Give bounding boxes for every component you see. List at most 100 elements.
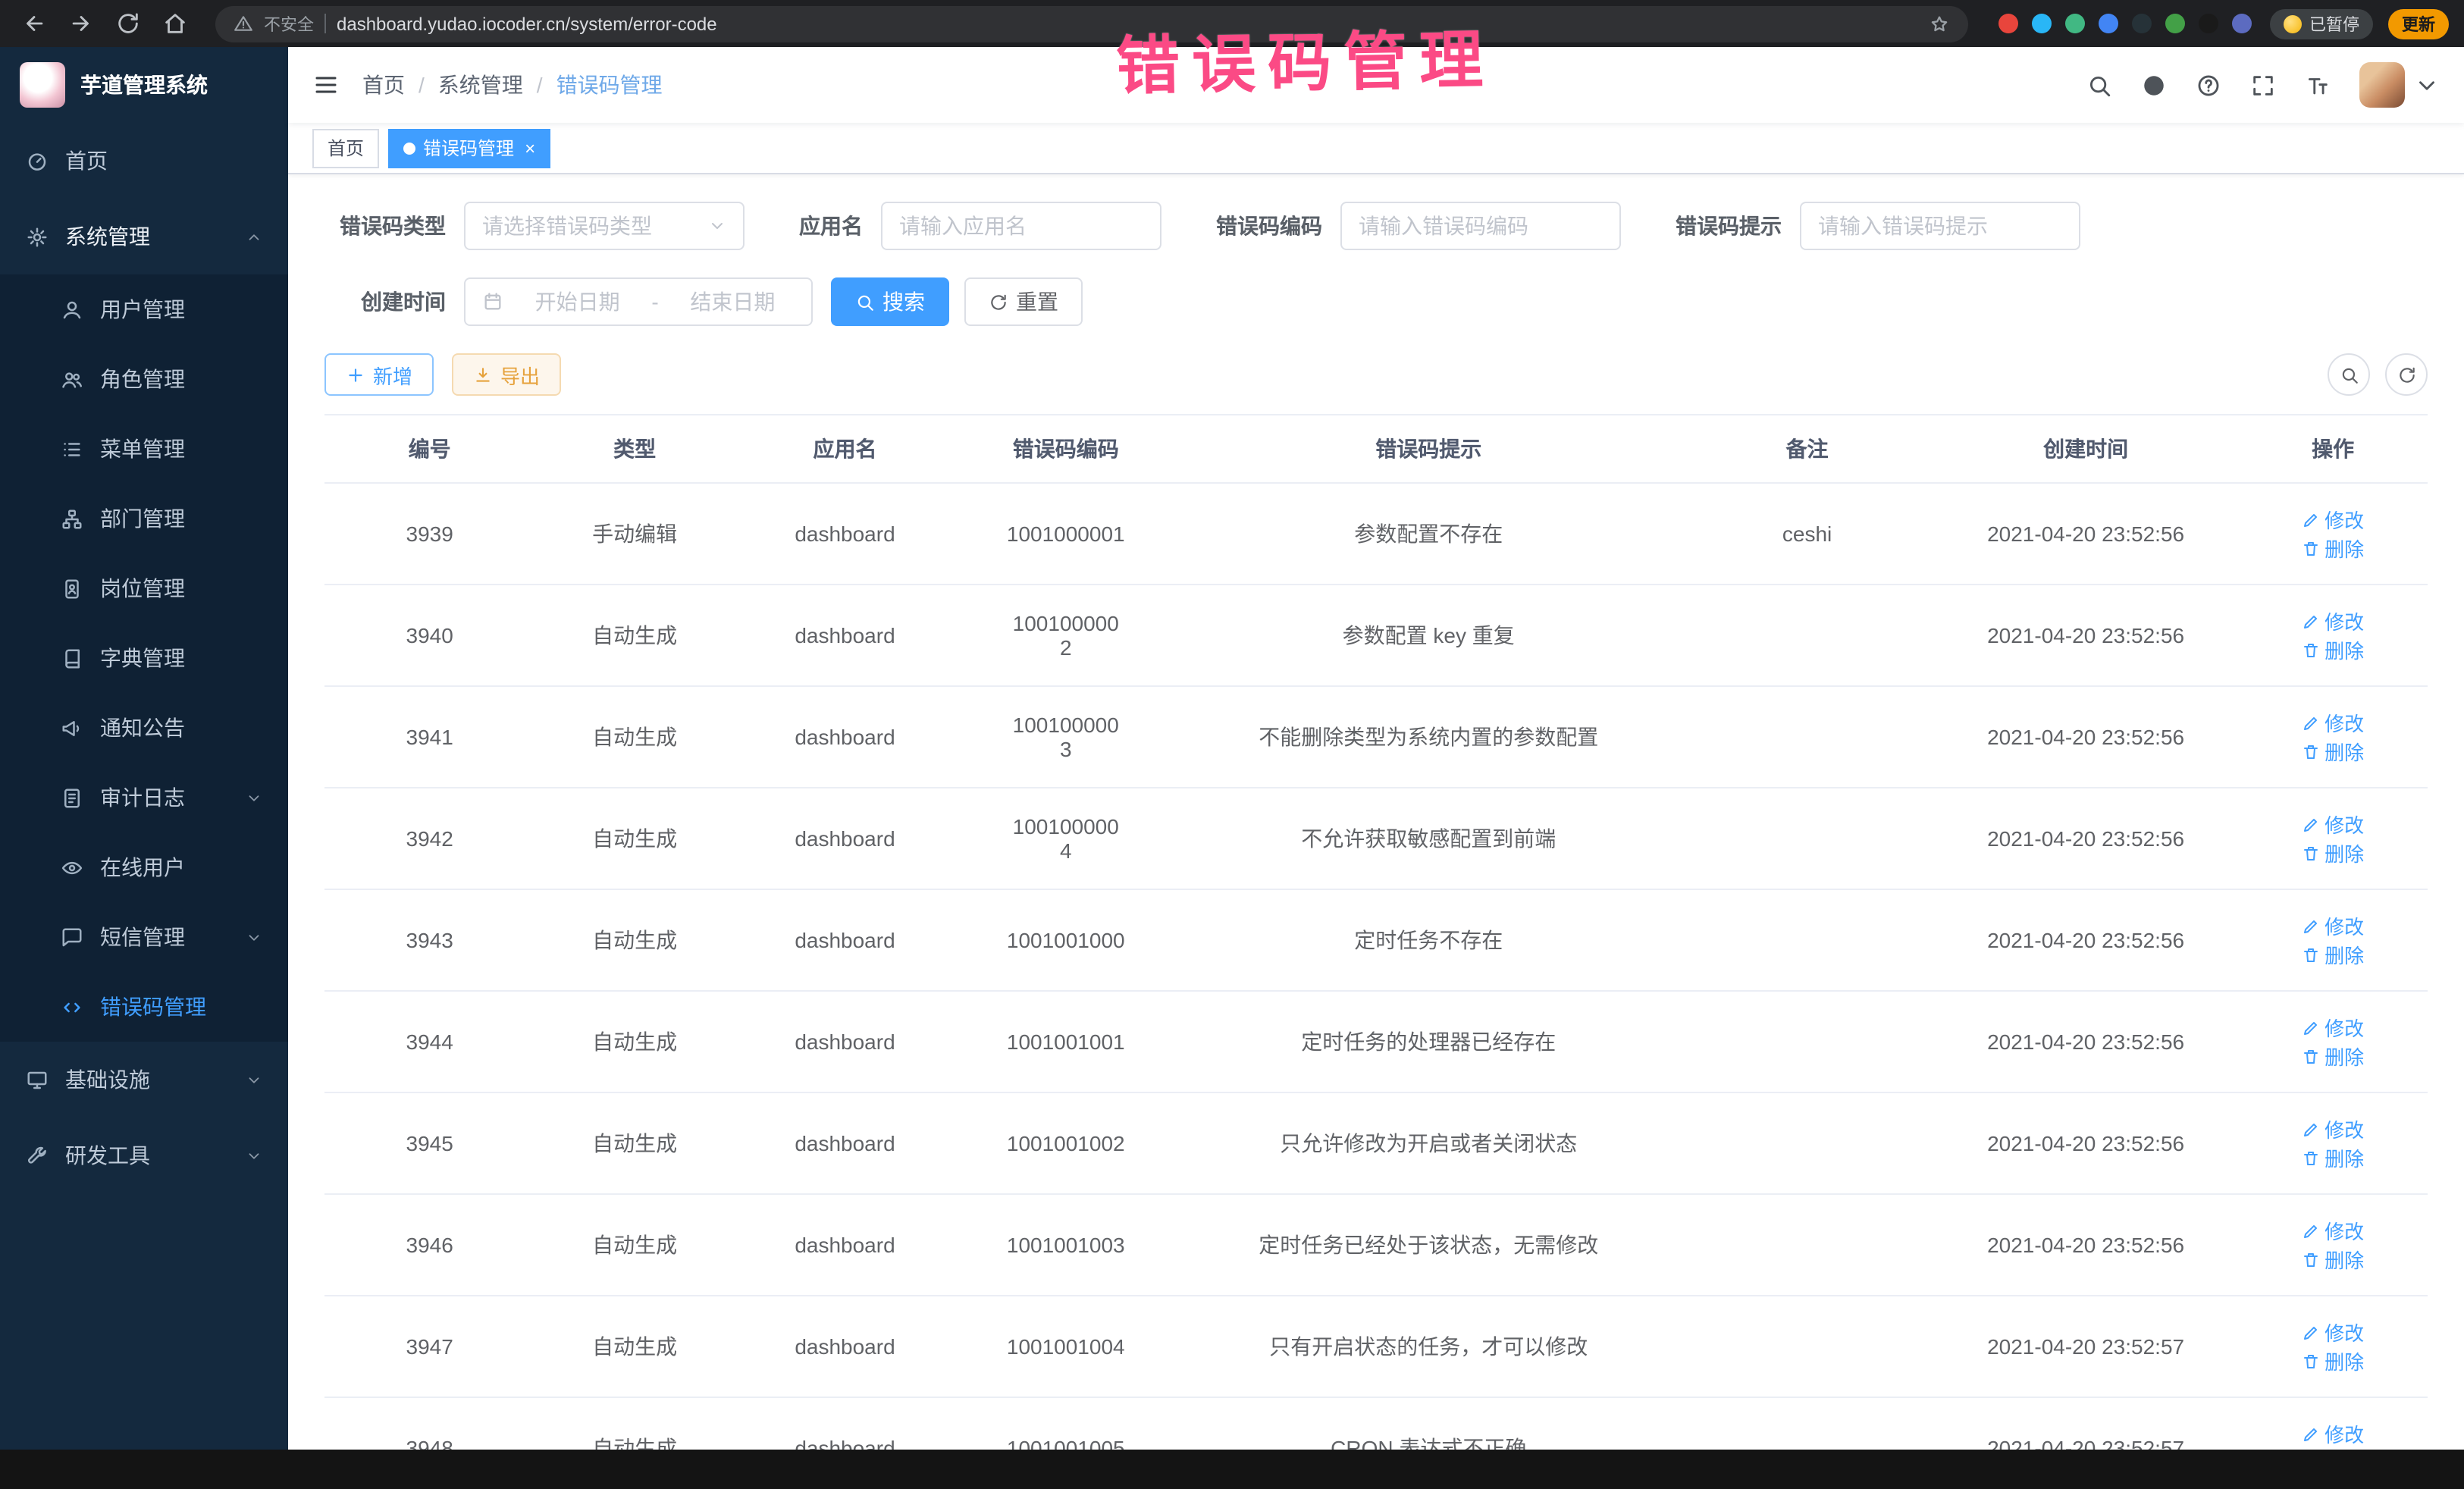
chevron-down-icon bbox=[246, 1147, 262, 1164]
sidebar-item[interactable]: 角色管理 bbox=[0, 344, 288, 414]
forward-icon[interactable] bbox=[68, 11, 94, 36]
export-button[interactable]: 导出 bbox=[452, 353, 561, 396]
placeholder-text: 请输入应用名 bbox=[899, 211, 1143, 241]
search-button[interactable]: 搜索 bbox=[831, 277, 949, 326]
back-icon[interactable] bbox=[21, 11, 47, 36]
cell-hint: 参数配置不存在 bbox=[1176, 483, 1681, 585]
font-size-icon[interactable] bbox=[2305, 72, 2331, 98]
date-range-picker[interactable]: 开始日期 - 结束日期 bbox=[464, 277, 813, 326]
refresh-table-button[interactable] bbox=[2385, 353, 2428, 396]
breadcrumb-item[interactable]: 首页 bbox=[362, 70, 405, 100]
cell-id: 3944 bbox=[324, 991, 534, 1092]
delete-link-label: 删除 bbox=[2324, 1448, 2364, 1450]
sidebar-item[interactable]: 菜单管理 bbox=[0, 414, 288, 484]
edit-link[interactable]: 修改 bbox=[2302, 1216, 2364, 1245]
extension-icon[interactable] bbox=[1998, 14, 2018, 33]
sidebar-item[interactable]: 审计日志 bbox=[0, 763, 288, 832]
cell-hint: 只允许修改为开启或者关闭状态 bbox=[1176, 1092, 1681, 1194]
edit-icon bbox=[2302, 612, 2320, 630]
address-bar[interactable]: 不安全 dashboard.yudao.iocoder.cn/system/er… bbox=[215, 5, 1968, 42]
sidebar-item[interactable]: 在线用户 bbox=[0, 832, 288, 902]
extension-icon[interactable] bbox=[2165, 14, 2185, 33]
sidebar-item[interactable]: 错误码管理 bbox=[0, 972, 288, 1042]
delete-link[interactable]: 删除 bbox=[2302, 1346, 2364, 1375]
edit-link[interactable]: 修改 bbox=[2302, 1318, 2364, 1346]
sidebar-item[interactable]: 部门管理 bbox=[0, 484, 288, 553]
edit-link[interactable]: 修改 bbox=[2302, 505, 2364, 534]
tag-item[interactable]: 首页 bbox=[312, 128, 379, 168]
delete-link[interactable]: 删除 bbox=[2302, 1042, 2364, 1071]
delete-link[interactable]: 删除 bbox=[2302, 534, 2364, 563]
security-label: 不安全 bbox=[264, 11, 314, 36]
bookmark-star-icon[interactable] bbox=[1929, 13, 1950, 34]
edit-link[interactable]: 修改 bbox=[2302, 607, 2364, 635]
delete-link-label: 删除 bbox=[2324, 940, 2364, 969]
help-icon[interactable] bbox=[2196, 72, 2221, 98]
extension-icon[interactable] bbox=[2099, 14, 2118, 33]
error-code-hint-input[interactable]: 请输入错误码提示 bbox=[1800, 202, 2080, 250]
edit-icon bbox=[2302, 1425, 2320, 1443]
cell-app: dashboard bbox=[735, 889, 955, 991]
app-name-input[interactable]: 请输入应用名 bbox=[881, 202, 1161, 250]
delete-link[interactable]: 删除 bbox=[2302, 635, 2364, 664]
profile-paused-badge[interactable]: 已暂停 bbox=[2270, 8, 2373, 39]
app-logo-row[interactable]: 芋道管理系统 bbox=[0, 47, 288, 123]
edit-link[interactable]: 修改 bbox=[2302, 810, 2364, 839]
delete-link[interactable]: 删除 bbox=[2302, 1143, 2364, 1172]
edit-link[interactable]: 修改 bbox=[2302, 708, 2364, 737]
cell-time: 2021-04-20 23:52:56 bbox=[1933, 686, 2238, 788]
avatar bbox=[2359, 62, 2405, 108]
fullscreen-icon[interactable] bbox=[2250, 72, 2276, 98]
github-icon[interactable] bbox=[2141, 72, 2167, 98]
sidebar-item[interactable]: 字典管理 bbox=[0, 623, 288, 693]
sidebar-item[interactable]: 研发工具 bbox=[0, 1118, 288, 1193]
megaphone-icon bbox=[61, 716, 83, 739]
edit-link[interactable]: 修改 bbox=[2302, 1419, 2364, 1448]
search-icon[interactable] bbox=[2086, 72, 2112, 98]
filter-field: 错误码编码请输入错误码编码 bbox=[1216, 202, 1621, 250]
delete-link[interactable]: 删除 bbox=[2302, 1448, 2364, 1450]
error-code-type-select[interactable]: 请选择错误码类型 bbox=[464, 202, 745, 250]
delete-link[interactable]: 删除 bbox=[2302, 737, 2364, 766]
url-divider bbox=[324, 14, 326, 33]
edit-icon bbox=[2302, 713, 2320, 732]
error-code-input[interactable]: 请输入错误码编码 bbox=[1340, 202, 1621, 250]
hamburger-icon[interactable] bbox=[312, 71, 340, 99]
sidebar-item[interactable]: 系统管理 bbox=[0, 199, 288, 274]
breadcrumb-item[interactable]: 系统管理 bbox=[438, 70, 523, 100]
edit-link[interactable]: 修改 bbox=[2302, 1114, 2364, 1143]
sidebar-item[interactable]: 岗位管理 bbox=[0, 553, 288, 623]
user-menu[interactable] bbox=[2359, 62, 2440, 108]
edit-link[interactable]: 修改 bbox=[2302, 1013, 2364, 1042]
table-header-row: 编号类型应用名错误码编码错误码提示备注创建时间操作 bbox=[324, 415, 2428, 483]
tag-close-icon[interactable]: × bbox=[525, 139, 535, 157]
extension-icon[interactable] bbox=[2199, 14, 2218, 33]
delete-link[interactable]: 删除 bbox=[2302, 940, 2364, 969]
sidebar-item[interactable]: 基础设施 bbox=[0, 1042, 288, 1118]
placeholder-text: 请输入错误码提示 bbox=[1818, 211, 2062, 241]
cell-type: 自动生成 bbox=[534, 788, 735, 889]
browser-update-button[interactable]: 更新 bbox=[2388, 8, 2449, 39]
sidebar-item[interactable]: 用户管理 bbox=[0, 274, 288, 344]
delete-link[interactable]: 删除 bbox=[2302, 839, 2364, 867]
extension-icon[interactable] bbox=[2132, 14, 2152, 33]
reset-button[interactable]: 重置 bbox=[964, 277, 1083, 326]
sidebar-item[interactable]: 首页 bbox=[0, 123, 288, 199]
extension-icon[interactable] bbox=[2232, 14, 2252, 33]
edit-link[interactable]: 修改 bbox=[2302, 911, 2364, 940]
extension-icon[interactable] bbox=[2032, 14, 2052, 33]
show-search-toggle-button[interactable] bbox=[2328, 353, 2370, 396]
cell-type: 自动生成 bbox=[534, 889, 735, 991]
reload-icon[interactable] bbox=[115, 11, 141, 36]
home-icon[interactable] bbox=[162, 11, 188, 36]
edit-icon bbox=[2302, 1018, 2320, 1036]
delete-link[interactable]: 删除 bbox=[2302, 1245, 2364, 1274]
search-button-label: 搜索 bbox=[882, 287, 925, 317]
sidebar-item[interactable]: 通知公告 bbox=[0, 693, 288, 763]
edit-icon bbox=[2302, 1120, 2320, 1138]
extension-icon[interactable] bbox=[2065, 14, 2085, 33]
sidebar: 芋道管理系统 首页系统管理用户管理角色管理菜单管理部门管理岗位管理字典管理通知公… bbox=[0, 47, 288, 1450]
add-button[interactable]: 新增 bbox=[324, 353, 434, 396]
sidebar-item[interactable]: 短信管理 bbox=[0, 902, 288, 972]
tag-active[interactable]: 错误码管理× bbox=[388, 128, 550, 168]
